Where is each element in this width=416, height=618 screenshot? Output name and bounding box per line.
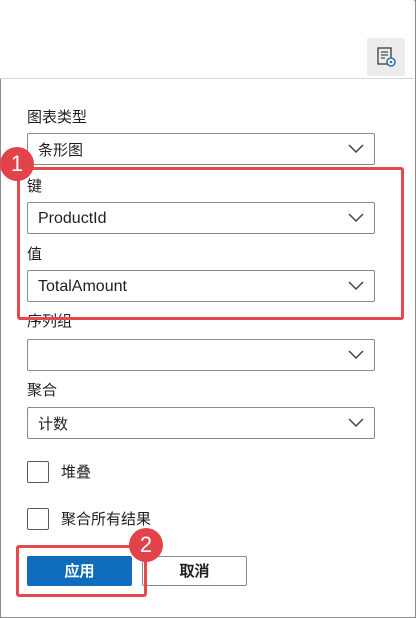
highlight-box-key-value <box>17 167 404 320</box>
aggregate-all-label: 聚合所有结果 <box>61 510 152 528</box>
series-group-select[interactable] <box>27 339 375 371</box>
chevron-down-icon <box>348 144 364 154</box>
stacked-checkbox[interactable] <box>27 461 49 483</box>
stacked-label: 堆叠 <box>61 463 92 481</box>
step-badge-1: 1 <box>0 147 34 181</box>
chart-settings-button[interactable] <box>367 38 405 76</box>
chart-type-label: 图表类型 <box>27 108 88 126</box>
aggregation-value: 计数 <box>38 415 69 433</box>
aggregation-select[interactable]: 计数 <box>27 407 375 439</box>
highlight-box-apply <box>16 545 147 597</box>
chart-settings-icon <box>377 47 396 67</box>
aggregation-label: 聚合 <box>27 381 58 399</box>
chevron-down-icon <box>348 418 364 428</box>
aggregate-all-checkbox[interactable] <box>27 508 49 530</box>
panel-toolbar <box>0 0 414 79</box>
chart-type-value: 条形图 <box>38 141 84 159</box>
chevron-down-icon <box>348 350 364 360</box>
chart-type-select[interactable]: 条形图 <box>27 133 375 165</box>
step-badge-2: 2 <box>129 528 163 562</box>
cancel-button[interactable]: 取消 <box>142 556 247 586</box>
